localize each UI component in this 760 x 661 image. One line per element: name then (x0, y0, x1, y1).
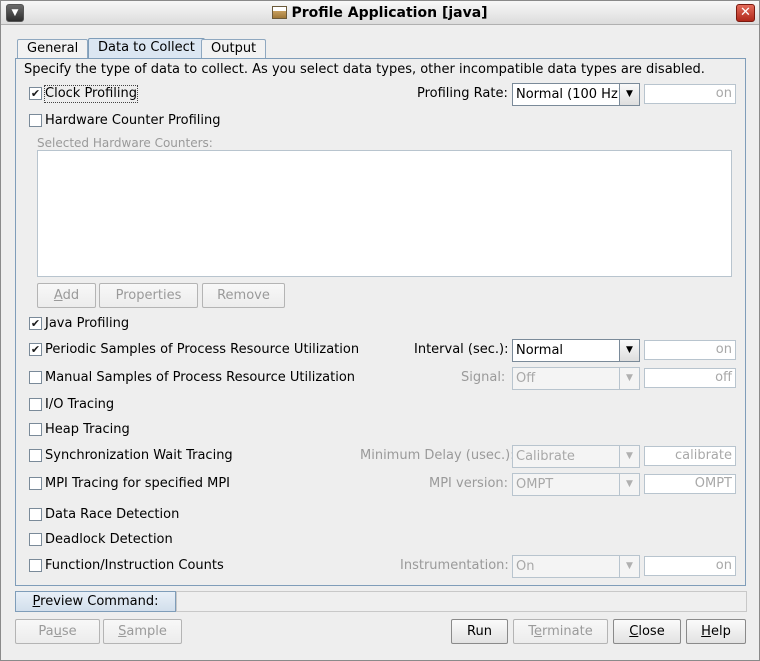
clock-profiling-checkbox[interactable]: ✔ (29, 87, 42, 100)
run-button[interactable]: Run (451, 619, 508, 644)
instrumentation-field[interactable]: on (644, 556, 736, 576)
signal-label: Signal: (461, 370, 506, 385)
mpi-version-combo[interactable]: OMPT ▼ (512, 473, 640, 496)
hardware-counter-checkbox[interactable] (29, 114, 42, 127)
pause-button[interactable]: Pause (15, 619, 100, 644)
minimum-delay-value: Calibrate (516, 449, 575, 464)
tab-data-to-collect[interactable]: Data to Collect (88, 38, 205, 59)
terminate-button[interactable]: Terminate (513, 619, 608, 644)
minimum-delay-field[interactable]: calibrate (644, 446, 736, 466)
hardware-counter-label: Hardware Counter Profiling (45, 113, 221, 128)
tab-output[interactable]: Output (201, 39, 267, 58)
close-mnemonic: C (629, 624, 639, 639)
chevron-down-icon[interactable]: ▼ (619, 84, 639, 105)
pause-post: se (61, 624, 77, 639)
chevron-down-icon[interactable]: ▼ (619, 446, 639, 467)
mpi-version-label: MPI version: (429, 476, 509, 491)
minimum-delay-label: Minimum Delay (usec.): (360, 448, 515, 463)
deadlock-checkbox[interactable] (29, 533, 42, 546)
sample-button[interactable]: Sample (103, 619, 182, 644)
deadlock-label: Deadlock Detection (45, 532, 173, 547)
interval-label: Interval (sec.): (414, 342, 509, 357)
minimum-delay-combo[interactable]: Calibrate ▼ (512, 445, 640, 468)
profiling-rate-combo[interactable]: Normal (100 Hz) ▼ (512, 83, 640, 106)
add-counter-mnemonic: A (53, 288, 63, 303)
mpi-version-value: OMPT (516, 477, 554, 492)
terminate-mnemonic: e (534, 624, 543, 639)
signal-field[interactable]: off (644, 368, 736, 388)
sync-wait-checkbox[interactable] (29, 449, 42, 462)
sample-post: ample (126, 624, 167, 639)
hardware-counters-list[interactable] (37, 150, 732, 277)
application-icon (272, 6, 288, 19)
profiling-rate-field[interactable]: on (644, 84, 736, 104)
interval-field[interactable]: on (644, 340, 736, 360)
pause-mnemonic: u (53, 624, 62, 639)
io-tracing-label: I/O Tracing (45, 397, 115, 412)
close-button[interactable]: Close (613, 619, 681, 644)
interval-value: Normal (516, 343, 564, 358)
chevron-down-icon[interactable]: ▼ (619, 340, 639, 361)
properties-button[interactable]: Properties (99, 283, 198, 308)
manual-samples-label: Manual Samples of Process Resource Utili… (45, 370, 356, 385)
java-profiling-checkbox[interactable]: ✔ (29, 317, 42, 330)
chevron-down-icon[interactable]: ▼ (619, 368, 639, 389)
instrumentation-value: On (516, 559, 535, 574)
sync-wait-label: Synchronization Wait Tracing (45, 448, 233, 463)
heap-tracing-checkbox[interactable] (29, 423, 42, 436)
chevron-down-icon[interactable]: ▼ (619, 474, 639, 495)
instructions-text: Specify the type of data to collect. As … (24, 62, 705, 77)
periodic-samples-checkbox[interactable]: ✔ (29, 343, 42, 356)
tab-general[interactable]: General (17, 39, 89, 58)
selected-counters-label: Selected Hardware Counters: (37, 136, 213, 150)
help-mnemonic: H (701, 624, 711, 639)
add-counter-rest: dd (62, 288, 80, 303)
mpi-tracing-label: MPI Tracing for specified MPI (45, 476, 230, 491)
signal-combo[interactable]: Off ▼ (512, 367, 640, 390)
pause-pre: Pa (38, 624, 54, 639)
mpi-version-field[interactable]: OMPT (644, 474, 736, 494)
data-race-checkbox[interactable] (29, 508, 42, 521)
function-counts-checkbox[interactable] (29, 559, 42, 572)
profiling-rate-label: Profiling Rate: (417, 86, 508, 101)
java-profiling-label: Java Profiling (45, 316, 130, 331)
instrumentation-combo[interactable]: On ▼ (512, 555, 640, 578)
window-title: Profile Application [java] (1, 1, 759, 25)
preview-rest: review Command: (40, 594, 159, 609)
close-post: lose (638, 624, 665, 639)
data-to-collect-panel: Specify the type of data to collect. As … (15, 58, 746, 586)
help-post: elp (710, 624, 731, 639)
manual-samples-checkbox[interactable] (29, 371, 42, 384)
terminate-post: rminate (542, 624, 593, 639)
instrumentation-label: Instrumentation: (400, 558, 509, 573)
window-menu-icon[interactable]: ▼ (6, 4, 24, 22)
chevron-down-icon[interactable]: ▼ (619, 556, 639, 577)
profile-application-dialog: Profile Application [java] ▼ ✕ General D… (0, 0, 760, 661)
window-title-text: Profile Application [java] (291, 5, 488, 21)
add-counter-button[interactable]: Add (37, 283, 96, 308)
close-window-icon[interactable]: ✕ (736, 4, 755, 22)
periodic-samples-label: Periodic Samples of Process Resource Uti… (45, 342, 360, 357)
clock-profiling-label[interactable]: Clock Profiling (44, 85, 138, 103)
title-bar: Profile Application [java] ▼ ✕ (1, 1, 759, 25)
function-counts-label: Function/Instruction Counts (45, 558, 224, 573)
preview-mnemonic: P (32, 594, 41, 609)
preview-command-field[interactable] (176, 591, 747, 612)
io-tracing-checkbox[interactable] (29, 398, 42, 411)
remove-button[interactable]: Remove (202, 283, 285, 308)
signal-value: Off (516, 371, 536, 386)
help-button[interactable]: Help (686, 619, 746, 644)
heap-tracing-label: Heap Tracing (45, 422, 130, 437)
profiling-rate-value: Normal (100 Hz) (516, 87, 623, 102)
data-race-label: Data Race Detection (45, 507, 180, 522)
interval-combo[interactable]: Normal ▼ (512, 339, 640, 362)
mpi-tracing-checkbox[interactable] (29, 477, 42, 490)
preview-command-button[interactable]: Preview Command: (15, 591, 176, 612)
